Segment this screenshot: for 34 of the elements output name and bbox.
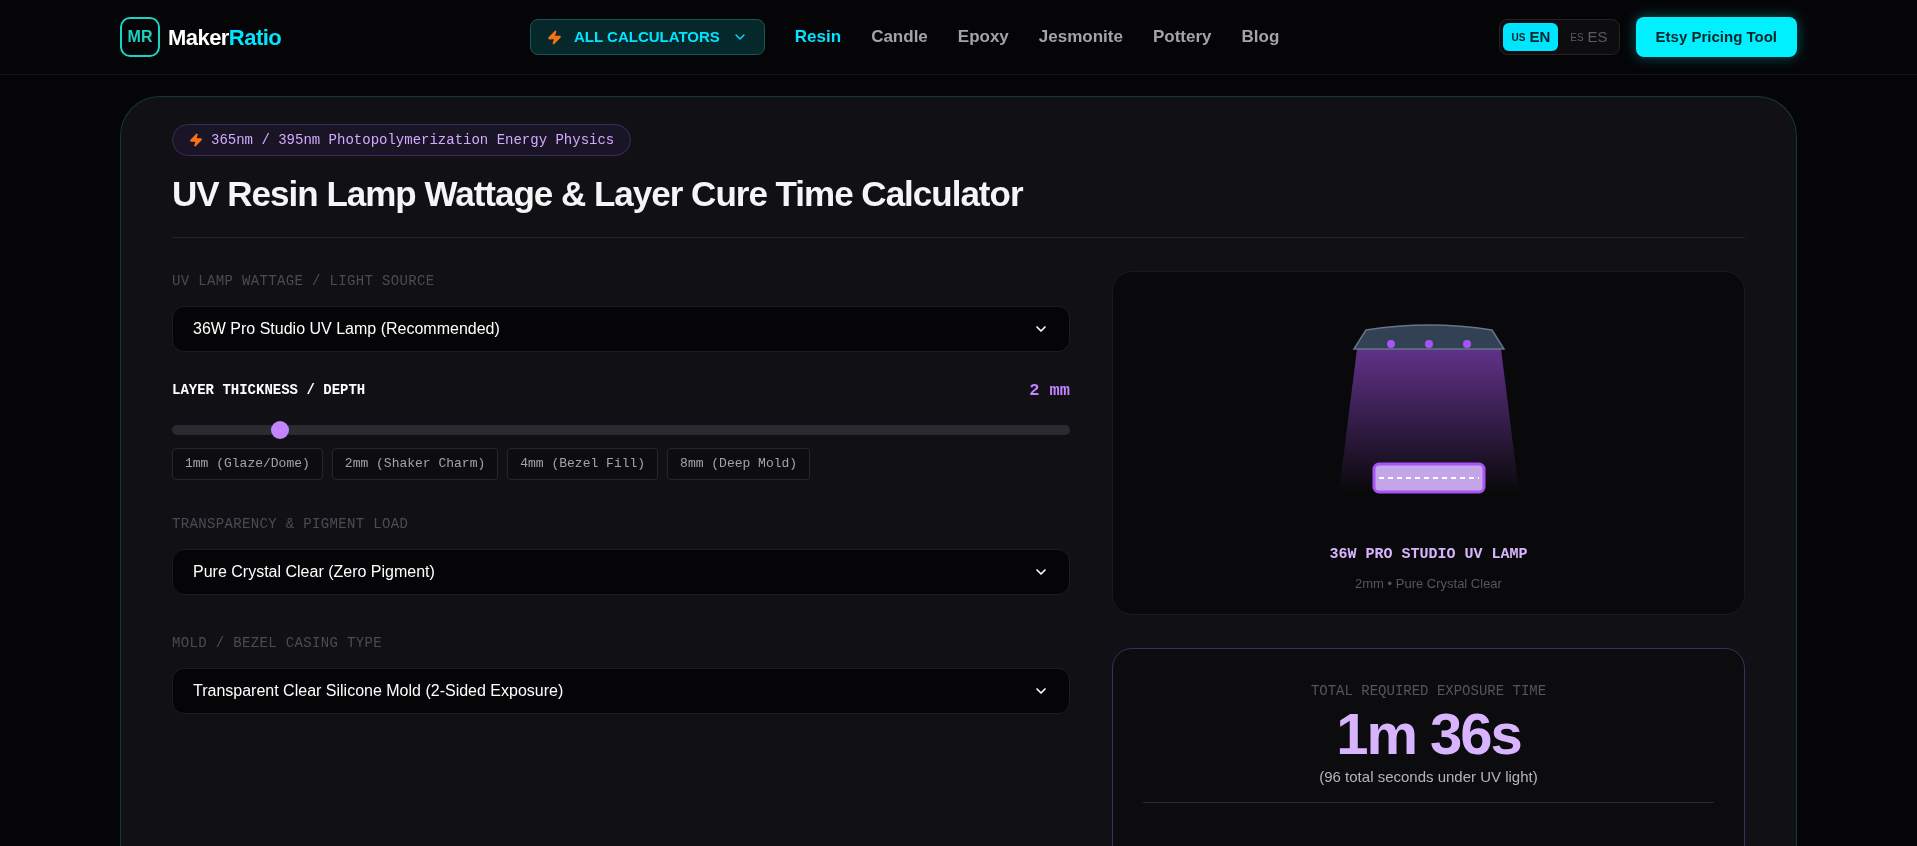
nav-link[interactable]: Resin bbox=[794, 24, 842, 50]
lamp-summary: 2mm • Pure Crystal Clear bbox=[1355, 575, 1502, 593]
language-option[interactable]: US EN bbox=[1503, 23, 1559, 51]
dropdown-select[interactable]: Pure Crystal Clear (Zero Pigment) bbox=[172, 549, 1070, 595]
lightning-icon bbox=[547, 29, 562, 45]
brand-name[interactable]: MakerRatio bbox=[168, 20, 282, 54]
field-label: TRANSPARENCY & PIGMENT LOAD bbox=[172, 515, 410, 534]
lightning-icon bbox=[189, 133, 203, 147]
thickness-slider[interactable] bbox=[172, 421, 1070, 439]
result-label: TOTAL REQUIRED EXPOSURE TIME bbox=[1310, 681, 1547, 701]
preset-chip[interactable]: 4mm (Bezel Fill) bbox=[507, 448, 659, 480]
field-label: MOLD / BEZEL CASING TYPE bbox=[172, 634, 384, 653]
nav-link[interactable]: Pottery bbox=[1152, 24, 1212, 50]
nav-link[interactable]: Candle bbox=[871, 24, 928, 50]
field-label: LAYER THICKNESS / DEPTH bbox=[172, 380, 366, 400]
slider-thumb[interactable] bbox=[270, 421, 289, 439]
topic-badge: 365nm / 395nm Photopolymerization Energy Physics bbox=[172, 124, 632, 156]
dropdown-select[interactable]: 36W Pro Studio UV Lamp (Recommended) bbox=[172, 305, 1070, 352]
preset-chip[interactable]: 8mm (Deep Mold) bbox=[667, 448, 811, 480]
thickness-reading: 2 mm bbox=[1029, 379, 1070, 402]
lamp-name: 36W PRO STUDIO UV LAMP bbox=[1329, 544, 1528, 565]
preset-chip[interactable]: 2mm (Shaker Charm) bbox=[331, 448, 499, 480]
page-title: UV Resin Lamp Wattage & Layer Cure Time Calculator bbox=[172, 173, 1024, 215]
nav-link[interactable]: Blog bbox=[1241, 24, 1280, 50]
result-note: (96 total seconds under UV light) bbox=[1319, 766, 1538, 787]
field-label: UV LAMP WATTAGE / LIGHT SOURCE bbox=[172, 271, 436, 291]
logo-mark[interactable]: MR bbox=[120, 17, 160, 57]
nav-link[interactable]: Epoxy bbox=[957, 24, 1009, 50]
exposure-time: 1m 36s bbox=[1336, 701, 1521, 766]
etsy-pricing-button[interactable]: Etsy Pricing Tool bbox=[1635, 17, 1797, 57]
nav-link[interactable]: Jesmonite bbox=[1038, 24, 1123, 50]
dropdown-select[interactable]: Transparent Clear Silicone Mold (2-Sided Exposure) bbox=[172, 668, 1070, 714]
all-calculators-button[interactable]: ALL CALCULATORS bbox=[530, 19, 765, 55]
preset-chip[interactable]: 1mm (Glaze/Dome) bbox=[172, 448, 323, 480]
